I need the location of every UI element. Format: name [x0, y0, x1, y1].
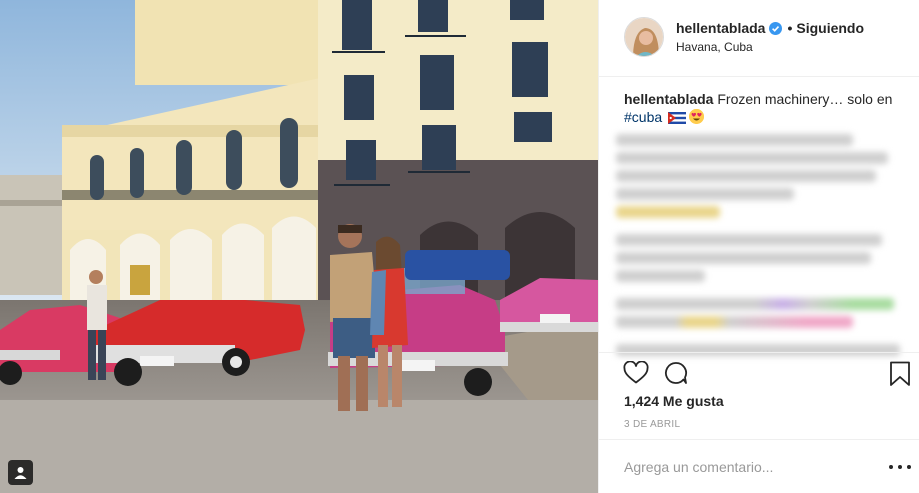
- action-bar: [599, 352, 919, 386]
- likes-count[interactable]: 1,424 Me gusta: [624, 393, 724, 409]
- avatar[interactable]: [624, 17, 664, 57]
- comment-bubble-icon: [665, 362, 687, 384]
- more-options-dot: [898, 465, 902, 469]
- heart-outline-icon: [623, 360, 649, 384]
- user-row: hellentablada • Siguiendo: [676, 20, 864, 36]
- verified-badge-icon: [769, 21, 783, 35]
- post-caption: hellentablada Frozen machinery… solo en …: [624, 90, 909, 128]
- post-side-panel: hellentablada • Siguiendo Havana, Cuba h…: [598, 0, 919, 493]
- post-header: hellentablada • Siguiendo Havana, Cuba: [599, 0, 919, 77]
- comment-input[interactable]: [624, 456, 874, 478]
- separator-dot: •: [787, 20, 793, 36]
- cuba-flag-icon: [668, 110, 687, 128]
- caption-username[interactable]: hellentablada: [624, 91, 713, 107]
- photo-illustration: [0, 0, 598, 493]
- post-date[interactable]: 3 DE ABRIL: [624, 419, 680, 430]
- username-link[interactable]: hellentablada: [676, 20, 765, 36]
- heart-eyes-emoji-icon: [689, 109, 705, 124]
- more-options-dot: [889, 465, 893, 469]
- following-button[interactable]: Siguiendo: [796, 20, 864, 36]
- post-photo[interactable]: [0, 0, 598, 493]
- user-tag-button[interactable]: [8, 460, 33, 485]
- location-link[interactable]: Havana, Cuba: [676, 40, 753, 54]
- caption-text: Frozen machinery… solo en: [713, 91, 893, 107]
- add-comment-section: [599, 439, 919, 493]
- user-tag-icon: [14, 467, 27, 479]
- more-options-button[interactable]: [889, 458, 911, 476]
- avatar-image: [625, 18, 663, 56]
- hashtag-link[interactable]: #cuba: [624, 109, 662, 125]
- more-options-dot: [907, 465, 911, 469]
- bookmark-icon: [890, 361, 910, 386]
- save-button[interactable]: [889, 361, 911, 387]
- blurred-comments: [616, 128, 912, 356]
- comment-button[interactable]: [663, 361, 689, 385]
- like-button[interactable]: [623, 360, 649, 385]
